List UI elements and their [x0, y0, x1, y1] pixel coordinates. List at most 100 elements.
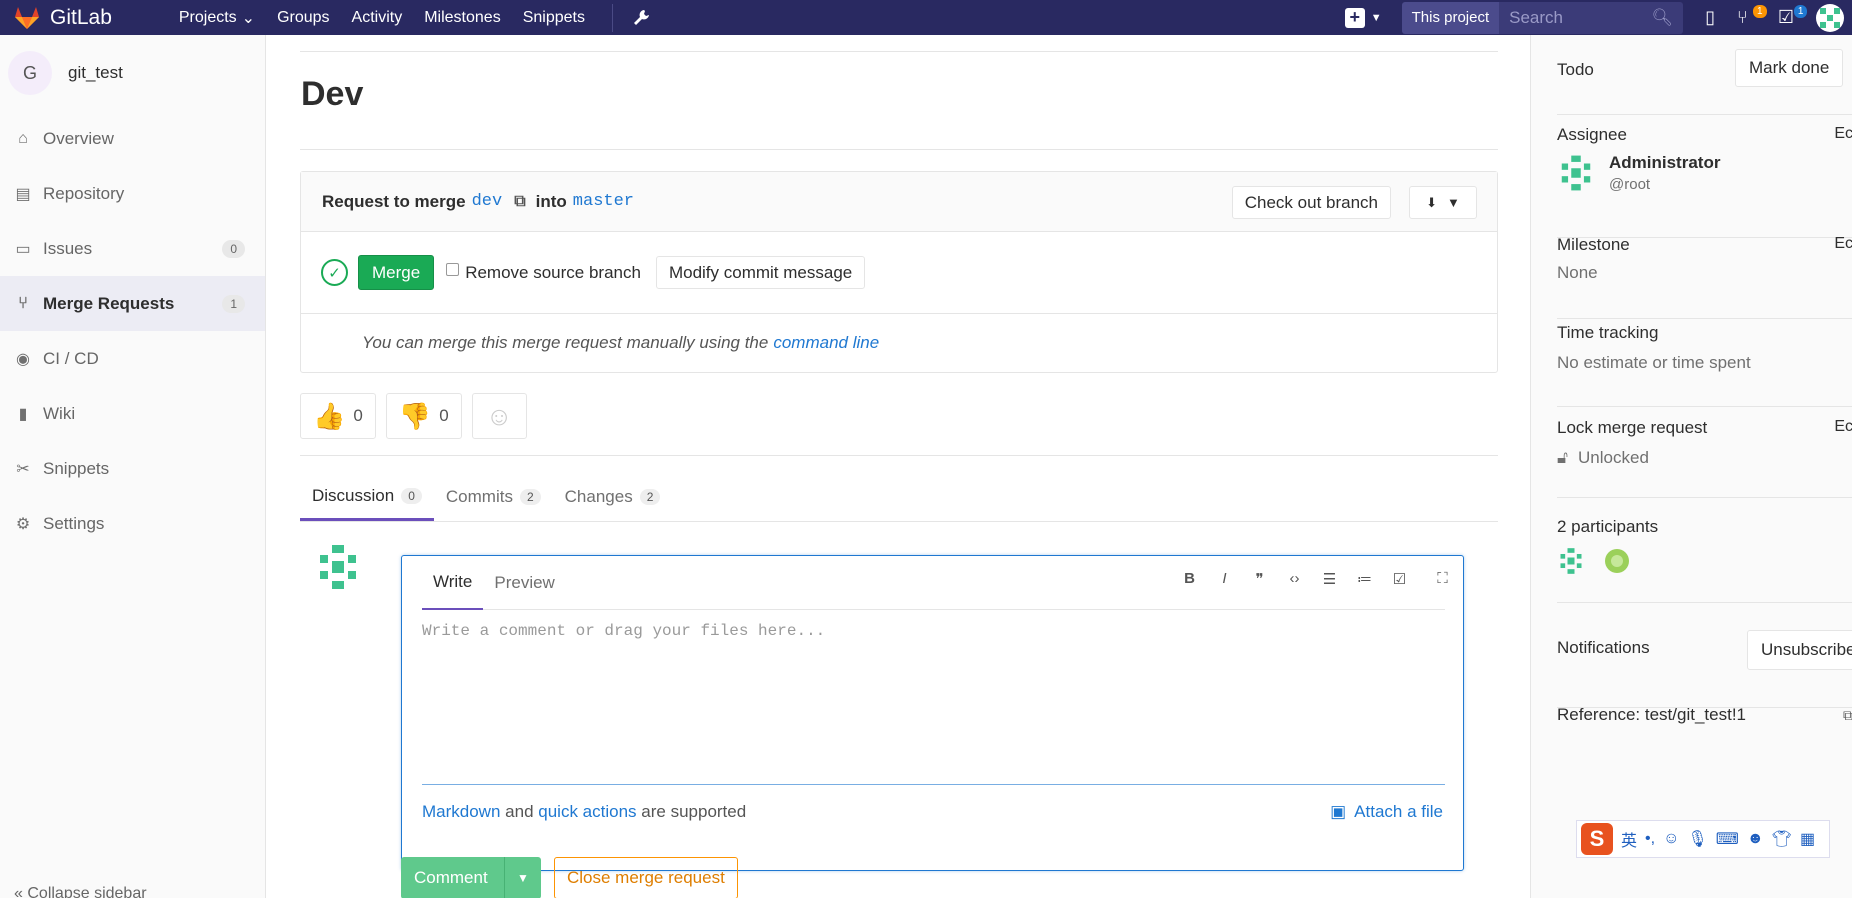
milestone-label: Milestone: [1557, 235, 1630, 254]
sidebar-item-merge-requests[interactable]: ⑂ Merge Requests 1: [0, 276, 265, 331]
comment-textarea[interactable]: Write a comment or drag your files here.…: [422, 622, 825, 640]
sogou-logo-icon[interactable]: S: [1581, 823, 1613, 855]
nav-groups[interactable]: Groups: [266, 0, 340, 35]
unsubscribe-button[interactable]: Unsubscribe: [1747, 630, 1852, 670]
brand-name: GitLab: [50, 5, 112, 29]
quick-actions-link[interactable]: quick actions: [538, 802, 636, 821]
supported-text: are supported: [641, 802, 747, 821]
download-dropdown-button[interactable]: ⬇ ▼: [1409, 186, 1477, 219]
merge-request-icon: ⑂: [18, 294, 28, 312]
copy-reference-icon[interactable]: ⧉: [1843, 707, 1852, 724]
comment-button[interactable]: Comment: [401, 857, 505, 898]
scissors-icon: ✂: [16, 460, 30, 478]
lock-value: Unlocked: [1578, 448, 1649, 467]
assignee-edit-link[interactable]: Ec: [1834, 125, 1852, 143]
remove-source-checkbox[interactable]: [446, 263, 460, 276]
task-list-icon[interactable]: ☑: [1389, 570, 1410, 588]
remove-source-label[interactable]: Remove source branch: [465, 263, 641, 283]
nav-milestones[interactable]: Milestones: [413, 0, 511, 35]
thumbsup-icon: 👍: [313, 400, 346, 431]
assignee-name[interactable]: Administrator: [1609, 153, 1720, 173]
fullscreen-icon[interactable]: ⛶: [1432, 570, 1453, 588]
tab-discussion[interactable]: Discussion 0: [300, 473, 434, 521]
sidebar-item-settings[interactable]: ⚙ Settings: [0, 496, 265, 551]
nav-snippets[interactable]: Snippets: [512, 0, 596, 35]
milestone-edit-link[interactable]: Ec: [1834, 235, 1852, 253]
bold-icon[interactable]: B: [1179, 570, 1200, 588]
punctuation-icon[interactable]: •,: [1645, 830, 1655, 848]
copy-icon[interactable]: ⧉: [514, 193, 525, 211]
assignee-block: Assignee Ec Administrator @root: [1557, 125, 1852, 238]
sidebar-item-ci-cd[interactable]: ◉ CI / CD: [0, 331, 265, 386]
participants-block: 2 participants: [1557, 517, 1852, 603]
participant-avatar[interactable]: [1557, 547, 1585, 575]
caret-down-icon: ▼: [517, 871, 529, 885]
modify-commit-message-button[interactable]: Modify commit message: [655, 256, 866, 289]
into-label: into: [535, 191, 567, 211]
add-emoji-button[interactable]: ☺: [471, 393, 527, 439]
keyboard-icon[interactable]: ⌨: [1716, 829, 1739, 849]
grid-icon[interactable]: ▦: [1800, 829, 1815, 849]
comment-dropdown-toggle[interactable]: ▼: [505, 857, 541, 898]
sidebar-item-label: CI / CD: [43, 348, 99, 368]
assignee-avatar[interactable]: [1557, 154, 1595, 192]
gear-icon: ⚙: [15, 515, 31, 533]
thumbsdown-award-button[interactable]: 👎 0: [385, 393, 462, 439]
tab-write[interactable]: Write: [422, 556, 484, 610]
user-icon[interactable]: ☻: [1747, 830, 1764, 848]
new-plus-icon[interactable]: +: [1344, 7, 1365, 28]
source-branch[interactable]: dev: [472, 192, 503, 211]
sidebar-item-repository[interactable]: ▤ Repository: [0, 166, 265, 221]
participant-avatar[interactable]: [1603, 547, 1631, 575]
merge-requests-nav-icon[interactable]: ⑂ 1: [1737, 5, 1767, 28]
sidebar-item-label: Merge Requests: [43, 293, 175, 313]
lock-edit-link[interactable]: Ec: [1834, 418, 1852, 436]
mark-done-button[interactable]: Mark done: [1735, 49, 1844, 87]
rocket-icon: ◉: [16, 350, 30, 368]
todo-block: Todo Mark done: [1557, 35, 1852, 115]
target-branch[interactable]: master: [573, 192, 634, 211]
wrench-icon[interactable]: [631, 8, 651, 28]
nav-activity[interactable]: Activity: [341, 0, 414, 35]
tab-preview[interactable]: Preview: [483, 556, 565, 610]
collapse-sidebar-button[interactable]: « Collapse sidebar: [14, 885, 147, 898]
code-icon[interactable]: ‹›: [1284, 570, 1305, 588]
check-out-branch-button[interactable]: Check out branch: [1231, 186, 1391, 219]
thumbsup-award-button[interactable]: 👍 0: [300, 393, 376, 439]
tab-commits[interactable]: Commits 2: [434, 473, 553, 521]
home-icon: ⌂: [18, 129, 28, 147]
attach-file-button[interactable]: ▣ Attach a file: [1330, 802, 1443, 822]
ime-mode[interactable]: 英: [1621, 827, 1637, 851]
merge-requests-count-badge: 1: [222, 294, 245, 313]
sidebar-item-snippets[interactable]: ✂ Snippets: [0, 441, 265, 496]
chevron-down-icon[interactable]: ▼: [1371, 12, 1382, 24]
thumbsdown-icon: 👎: [398, 400, 432, 431]
sidebar-item-wiki[interactable]: ▮ Wiki: [0, 386, 265, 441]
tab-count: 0: [401, 487, 422, 504]
todos-nav-icon[interactable]: ☑ 1: [1778, 5, 1808, 28]
participants-label: 2 participants: [1557, 517, 1659, 536]
numbered-list-icon[interactable]: ≔: [1354, 570, 1375, 588]
search-scope[interactable]: This project: [1401, 1, 1500, 34]
tab-changes[interactable]: Changes 2: [553, 473, 673, 521]
merge-button[interactable]: Merge: [358, 255, 435, 290]
search-input[interactable]: Search 🔍︎: [1499, 1, 1684, 34]
shirt-icon[interactable]: 👕︎: [1772, 829, 1792, 849]
microphone-icon[interactable]: 🎙︎: [1687, 829, 1707, 849]
emoji-icon[interactable]: ☺: [1663, 830, 1679, 848]
command-line-link[interactable]: command line: [773, 333, 879, 353]
sidebar-item-overview[interactable]: ⌂ Overview: [0, 111, 265, 166]
project-header[interactable]: G git_test: [0, 35, 265, 111]
right-sidebar: Todo Mark done Assignee Ec Administrator…: [1530, 35, 1852, 898]
sidebar-item-issues[interactable]: ▭ Issues 0: [0, 221, 265, 276]
nav-projects[interactable]: Projects ⌄: [168, 0, 266, 35]
bullet-list-icon[interactable]: ☰: [1319, 570, 1340, 588]
user-avatar[interactable]: [1816, 3, 1844, 32]
close-merge-request-button[interactable]: Close merge request: [554, 857, 738, 898]
italic-icon[interactable]: I: [1214, 570, 1235, 588]
gitlab-brand[interactable]: GitLab: [14, 6, 112, 30]
time-tracking-block: Time tracking No estimate or time spent: [1557, 323, 1852, 407]
sidebar-toggle-icon[interactable]: ▯: [1705, 7, 1715, 28]
quote-icon[interactable]: ❞: [1249, 570, 1270, 588]
markdown-link[interactable]: Markdown: [422, 802, 500, 821]
